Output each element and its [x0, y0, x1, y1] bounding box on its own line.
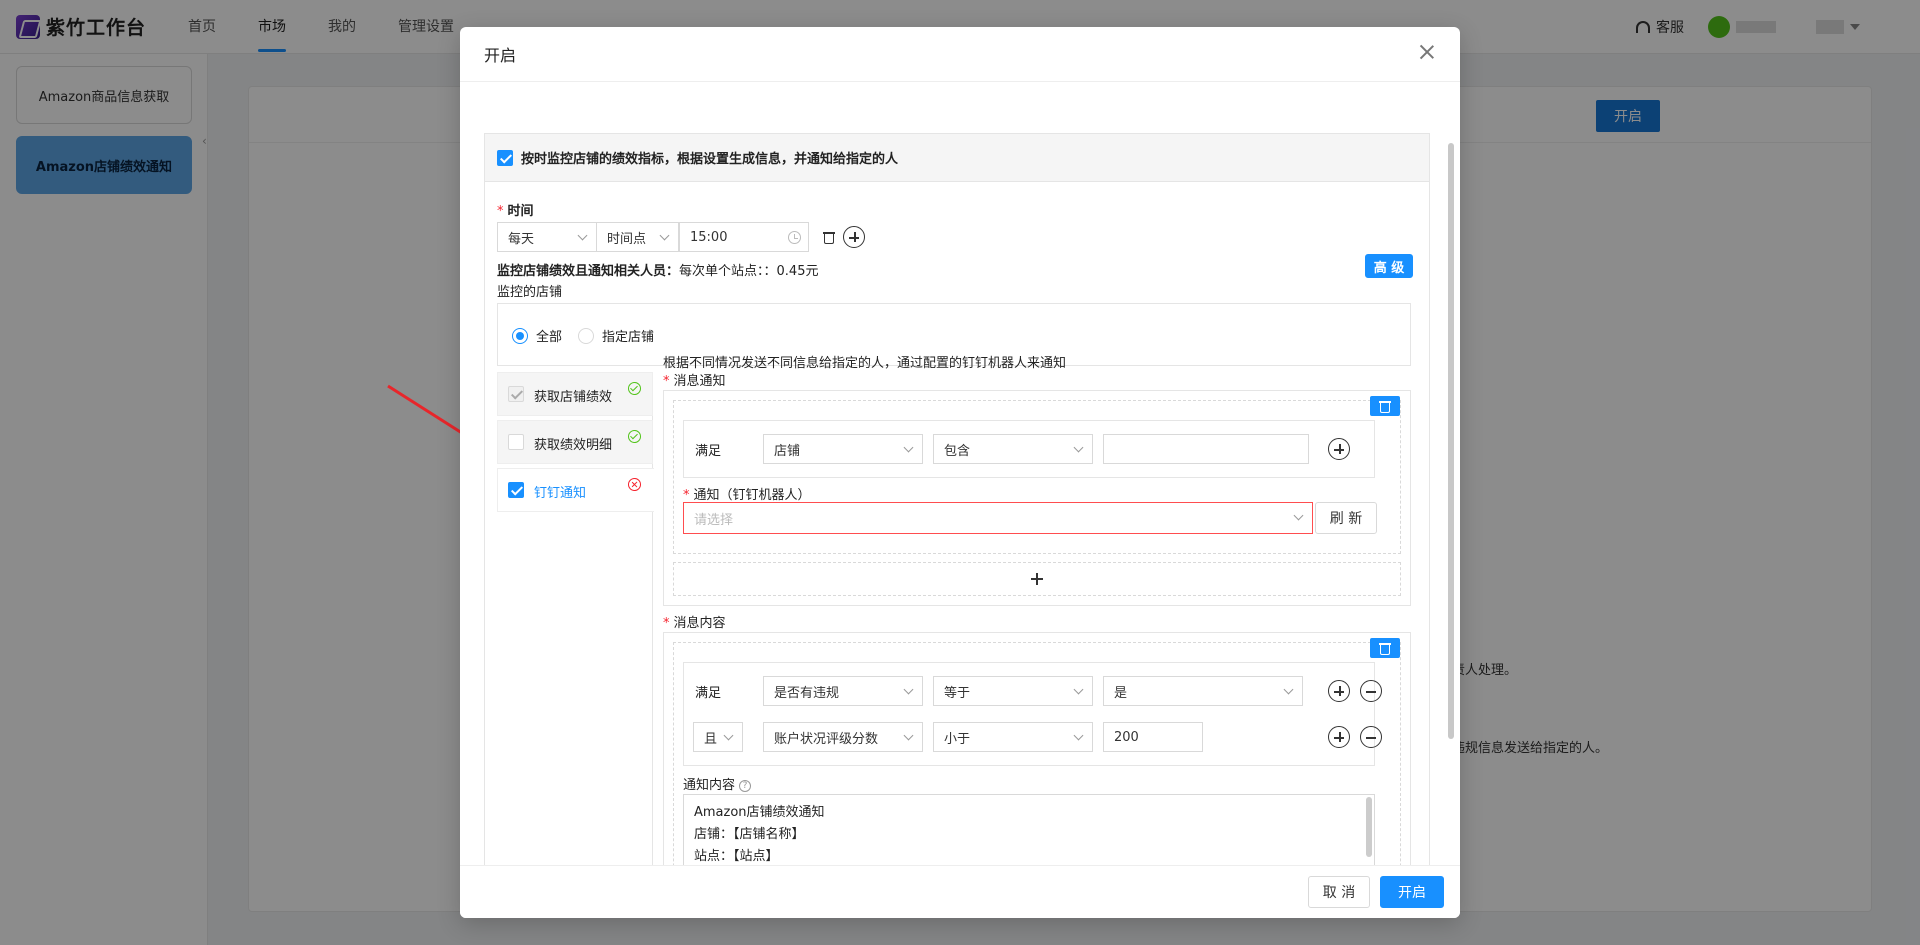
- content-value-1: 是: [1114, 685, 1128, 701]
- robot-label: 通知（钉钉机器人）: [693, 488, 811, 503]
- step-fetch-performance-checkbox: [508, 386, 524, 402]
- chevron-down-icon: [577, 230, 588, 241]
- error-x-icon: [628, 478, 641, 491]
- delete-content-rule-button[interactable]: [1370, 638, 1400, 658]
- trash-icon: [1379, 400, 1391, 413]
- radio-specific-stores-label: 指定店铺: [602, 330, 655, 345]
- chevron-down-icon: [903, 442, 914, 453]
- notify-field-value: 店铺: [774, 443, 801, 459]
- enable-monitor-label: 按时监控店铺的绩效指标，根据设置生成信息，并通知给指定的人: [521, 152, 899, 167]
- notify-operator-select[interactable]: 包含: [933, 434, 1093, 464]
- enable-monitor-checkbox[interactable]: [497, 149, 513, 166]
- add-notify-condition-button[interactable]: [1328, 438, 1350, 460]
- content-value-input-2[interactable]: 200: [1103, 722, 1203, 752]
- content-satisfy-label: 满足: [695, 686, 722, 701]
- step-fetch-details-checkbox[interactable]: [508, 434, 524, 450]
- content-value-2: 200: [1114, 729, 1139, 745]
- robot-select-placeholder: 请选择: [694, 512, 734, 528]
- modal-title: 开启: [484, 46, 517, 65]
- content-line-2: 店铺：【店铺名称】: [694, 827, 805, 842]
- message-notify-label: 消息通知: [673, 374, 726, 389]
- step-dingtalk-notify-checkbox[interactable]: [508, 482, 524, 498]
- stores-label: 监控的店铺: [497, 285, 563, 300]
- cost-label: 监控店铺绩效且通知相关人员：: [497, 264, 680, 279]
- content-field-value-2: 账户状况评级分数: [774, 731, 879, 747]
- step-fetch-details-label: 获取绩效明细: [534, 438, 613, 453]
- delete-time-icon[interactable]: [823, 231, 835, 244]
- content-value-select-1[interactable]: 是: [1103, 676, 1303, 706]
- content-field-select-1[interactable]: 是否有违规: [763, 676, 923, 706]
- chevron-down-icon: [1073, 442, 1084, 453]
- content-operator-value-1: 等于: [944, 685, 971, 701]
- remove-content-condition-button[interactable]: [1360, 680, 1382, 702]
- step-dingtalk-notify-label: 钉钉通知: [534, 486, 587, 501]
- time-mode-select[interactable]: 时间点: [596, 222, 679, 252]
- success-check-icon: [628, 382, 641, 395]
- refresh-button[interactable]: 刷 新: [1315, 502, 1377, 534]
- content-line-1: Amazon店铺绩效通知: [694, 805, 825, 820]
- chevron-down-icon: [1293, 510, 1304, 521]
- add-content-condition-button[interactable]: [1328, 680, 1350, 702]
- chevron-down-icon: [1283, 684, 1294, 695]
- time-picker-input[interactable]: 15:00: [679, 222, 809, 252]
- time-mode-value: 时间点: [607, 231, 647, 247]
- content-operator-value-2: 小于: [944, 731, 971, 747]
- chevron-down-icon: [1073, 684, 1084, 695]
- modal-body: 按时监控店铺的绩效指标，根据设置生成信息，并通知给指定的人 * 时间 每天 时间点…: [460, 83, 1460, 892]
- radio-all-stores-label: 全部: [536, 330, 563, 345]
- success-check-icon: [628, 430, 641, 443]
- robot-select[interactable]: 请选择: [683, 502, 1313, 534]
- notify-operator-value: 包含: [944, 443, 971, 459]
- time-label: 时间: [507, 204, 534, 219]
- chevron-down-icon: [903, 684, 914, 695]
- delete-notify-rule-button[interactable]: [1370, 396, 1400, 416]
- add-content-condition-button-2[interactable]: [1328, 726, 1350, 748]
- enable-monitor-row[interactable]: 按时监控店铺的绩效指标，根据设置生成信息，并通知给指定的人: [485, 134, 1429, 182]
- add-notify-rule-area[interactable]: [673, 562, 1401, 596]
- content-field-value-1: 是否有违规: [774, 685, 840, 701]
- enable-modal: 开启 按时监控店铺的绩效指标，根据设置生成信息，并通知给指定的人 * 时间 每天 …: [460, 27, 1460, 918]
- chevron-down-icon: [659, 230, 670, 241]
- logic-value: 且: [704, 731, 718, 747]
- clock-icon: [788, 231, 801, 244]
- message-content-label: 消息内容: [673, 616, 726, 631]
- modal-footer: 取 消 开启: [460, 865, 1460, 918]
- step-dingtalk-notify[interactable]: 钉钉通知: [497, 468, 654, 512]
- radio-all-stores[interactable]: [512, 327, 528, 344]
- confirm-open-button[interactable]: 开启: [1380, 876, 1444, 908]
- step-fetch-performance-label: 获取店铺绩效: [534, 390, 613, 405]
- content-field-select-2[interactable]: 账户状况评级分数: [763, 722, 923, 752]
- remove-content-condition-button-2[interactable]: [1360, 726, 1382, 748]
- notify-description: 根据不同情况发送不同信息给指定的人，通过配置的钉钉机器人来通知: [663, 356, 1067, 371]
- add-time-button[interactable]: [843, 226, 865, 248]
- chevron-down-icon: [1073, 730, 1084, 741]
- logic-select[interactable]: 且: [693, 722, 743, 752]
- content-operator-select-1[interactable]: 等于: [933, 676, 1093, 706]
- cancel-button[interactable]: 取 消: [1308, 876, 1370, 908]
- advanced-button[interactable]: 高 级: [1365, 254, 1413, 278]
- step-fetch-details[interactable]: 获取绩效明细: [497, 420, 653, 464]
- modal-scrollbar[interactable]: [1448, 143, 1454, 739]
- time-value: 15:00: [690, 229, 728, 245]
- help-question-icon[interactable]: ?: [739, 779, 752, 792]
- notify-satisfy-label: 满足: [695, 444, 722, 459]
- chevron-down-icon: [723, 730, 734, 741]
- step-fetch-performance[interactable]: 获取店铺绩效: [497, 372, 653, 416]
- content-operator-select-2[interactable]: 小于: [933, 722, 1093, 752]
- radio-specific-stores[interactable]: [578, 327, 595, 344]
- notify-field-select[interactable]: 店铺: [763, 434, 923, 464]
- trash-icon: [1379, 642, 1391, 655]
- textarea-scrollbar[interactable]: [1366, 797, 1372, 857]
- content-line-3: 站点：【站点】: [694, 849, 779, 864]
- chevron-down-icon: [903, 730, 914, 741]
- frequency-select[interactable]: 每天: [497, 222, 597, 252]
- notify-content-label: 通知内容: [683, 778, 736, 793]
- notify-value-input[interactable]: [1103, 434, 1309, 464]
- frequency-value: 每天: [508, 231, 535, 247]
- cost-value: 每次单个站点：：0.45元: [679, 264, 819, 279]
- close-icon[interactable]: [1418, 43, 1436, 61]
